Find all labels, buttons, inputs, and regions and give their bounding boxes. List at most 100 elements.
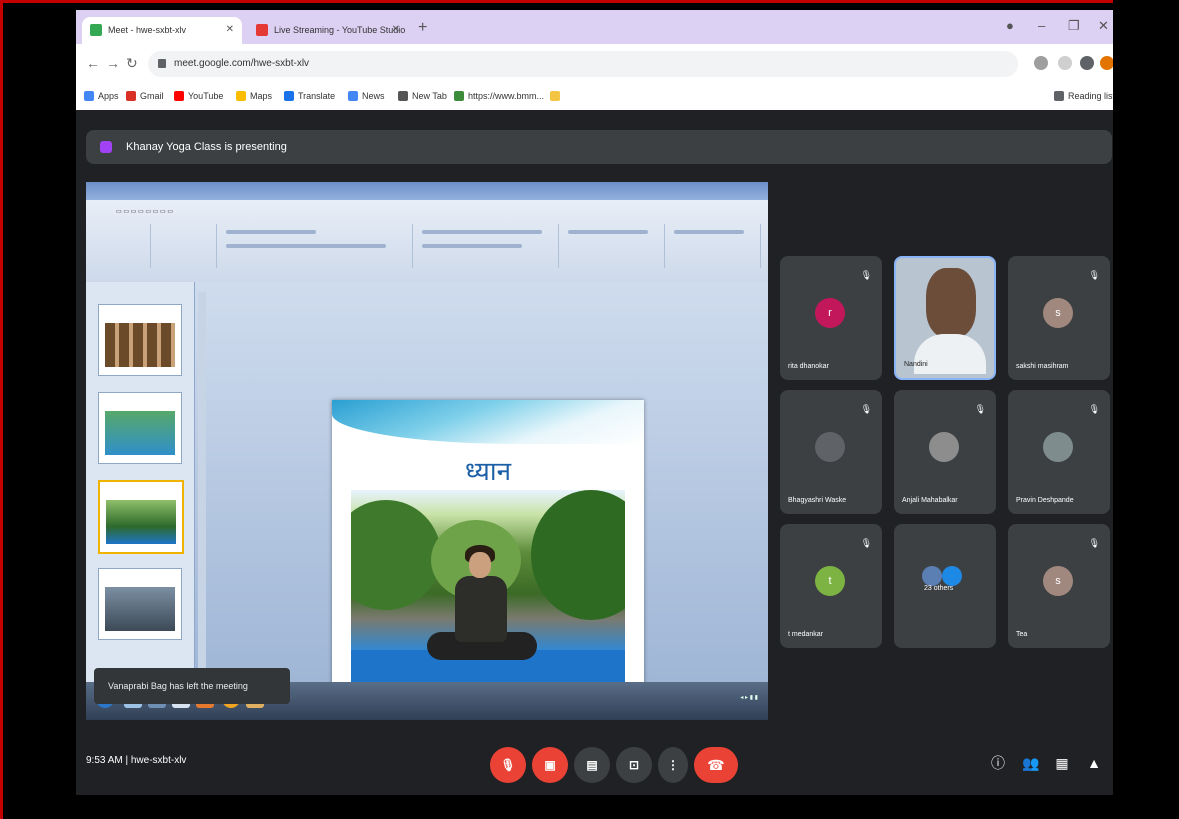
bookmark-news[interactable]: News bbox=[348, 91, 385, 101]
presenting-text: Khanay Yoga Class is presenting bbox=[126, 141, 287, 153]
close-icon[interactable]: ✕ bbox=[392, 24, 400, 35]
participant-name: t medankar bbox=[788, 631, 824, 638]
ribbon-control bbox=[422, 244, 522, 248]
captions-icon[interactable]: ▤ bbox=[574, 747, 610, 783]
bookmark-translate[interactable]: Translate bbox=[284, 91, 335, 101]
maximize-icon[interactable]: ❐ bbox=[1068, 18, 1080, 34]
camera-off-icon[interactable]: ▣ bbox=[532, 747, 568, 783]
back-icon[interactable]: ← bbox=[86, 55, 100, 71]
url-text: meet.google.com/hwe-sxbt-xlv bbox=[174, 58, 310, 69]
tab-label: Meet - hwe-sxbt-xlv bbox=[108, 25, 187, 35]
url-field[interactable]: meet.google.com/hwe-sxbt-xlv bbox=[148, 51, 1018, 77]
participant-name: Bhagyashri Waske bbox=[788, 497, 847, 504]
slide-thumbnail-selected[interactable] bbox=[98, 480, 184, 554]
reading-list[interactable]: Reading list bbox=[1054, 91, 1115, 101]
screen-edge bbox=[1113, 0, 1179, 819]
maps-icon bbox=[236, 91, 246, 101]
present-now-icon[interactable]: ⊡ bbox=[616, 747, 652, 783]
youtube-icon bbox=[174, 91, 184, 101]
slide-thumbnail[interactable] bbox=[98, 392, 182, 464]
youtube-favicon-icon bbox=[256, 24, 268, 36]
extensions-icon[interactable] bbox=[1080, 56, 1094, 70]
tab-bar: Meet - hwe-sxbt-xlv ✕ Live Streaming - Y… bbox=[76, 10, 1124, 44]
lock-icon bbox=[158, 59, 166, 68]
ribbon-control bbox=[674, 230, 744, 234]
thumbnail-scrollbar[interactable] bbox=[198, 292, 206, 672]
window-close-icon[interactable]: ✕ bbox=[1098, 18, 1109, 34]
chat-icon[interactable]: ▦ bbox=[1054, 755, 1070, 771]
minimize-icon[interactable]: – bbox=[1038, 18, 1045, 33]
activities-icon[interactable]: ▲ bbox=[1086, 755, 1102, 771]
shared-screen: ▭ ▭ ▭ ▭ ▭ ▭ ▭ ▭ ध्यान ◂ ▸ ▮ ▮ bbox=[86, 182, 768, 720]
left-meeting-toast: Vanaprabi Bag has left the meeting bbox=[94, 668, 290, 704]
ribbon-control bbox=[226, 230, 316, 234]
participant-tile[interactable]: 🎙 Pravin Deshpande bbox=[1008, 390, 1110, 514]
participant-tile[interactable]: 🎙 r rita dhanokar bbox=[780, 256, 882, 380]
more-options-icon[interactable]: ⋮ bbox=[658, 747, 688, 783]
folder-icon bbox=[550, 91, 560, 101]
meet-favicon-icon bbox=[90, 24, 102, 36]
avatar[interactable] bbox=[1100, 56, 1114, 70]
bookmark-apps[interactable]: Apps bbox=[84, 91, 119, 101]
participant-name: Tea bbox=[1016, 631, 1028, 638]
powerpoint-ribbon: ▭ ▭ ▭ ▭ ▭ ▭ ▭ ▭ bbox=[86, 200, 768, 283]
mic-off-icon: 🎙 bbox=[1088, 404, 1100, 414]
slide-thumbnail[interactable] bbox=[98, 304, 182, 376]
avatar: s bbox=[1043, 566, 1073, 596]
ribbon-tab: ▭ ▭ ▭ ▭ ▭ ▭ ▭ ▭ bbox=[116, 209, 174, 215]
ribbon-control bbox=[226, 244, 386, 248]
slide-header-wave bbox=[332, 400, 644, 444]
bookmark-new-tab[interactable]: New Tab bbox=[398, 91, 447, 101]
avatar bbox=[929, 432, 959, 462]
participant-tile[interactable]: 🎙 Anjali Mahabalkar bbox=[894, 390, 996, 514]
slide-thumbnail[interactable] bbox=[98, 568, 182, 640]
slide-editor: ध्यान ▭ bbox=[86, 282, 768, 720]
participant-tile-speaking[interactable]: Nandini bbox=[894, 256, 996, 380]
reading-list-icon bbox=[1054, 91, 1064, 101]
camera-indicator-icon[interactable] bbox=[1034, 56, 1048, 70]
avatar: t bbox=[815, 566, 845, 596]
participant-name: Anjali Mahabalkar bbox=[902, 497, 958, 504]
participant-tile[interactable]: 🎙 t t medankar bbox=[780, 524, 882, 648]
browser-window: Meet - hwe-sxbt-xlv ✕ Live Streaming - Y… bbox=[76, 10, 1124, 795]
ribbon-group bbox=[156, 224, 217, 268]
participant-tile[interactable]: 🎙 Bhagyashri Waske bbox=[780, 390, 882, 514]
close-icon[interactable]: ✕ bbox=[226, 24, 234, 35]
avatar: s bbox=[1043, 298, 1073, 328]
participant-tile[interactable]: 🎙 s sakshi masihram bbox=[1008, 256, 1110, 380]
tab-youtube-studio[interactable]: Live Streaming - YouTube Studio ✕ bbox=[248, 17, 408, 44]
slide-thumbnails bbox=[86, 282, 195, 682]
mic-off-icon[interactable]: 🎙 bbox=[490, 747, 526, 783]
people-icon[interactable]: 👥 bbox=[1022, 755, 1039, 771]
participant-tile[interactable]: 🎙 s Tea bbox=[1008, 524, 1110, 648]
bookmarks-bar: Apps Gmail YouTube Maps Translate News N… bbox=[76, 84, 1124, 111]
ribbon-control bbox=[422, 230, 542, 234]
powerpoint-titlebar bbox=[86, 182, 768, 200]
others-tile[interactable]: 23 others bbox=[894, 524, 996, 648]
site-icon bbox=[454, 91, 464, 101]
avatar bbox=[922, 566, 942, 586]
meet-stage: Khanay Yoga Class is presenting ▭ ▭ ▭ ▭ … bbox=[76, 110, 1124, 795]
avatar bbox=[815, 432, 845, 462]
forward-icon[interactable]: → bbox=[106, 55, 120, 71]
bookmark-maps[interactable]: Maps bbox=[236, 91, 272, 101]
participant-name: Pravin Deshpande bbox=[1016, 497, 1074, 504]
bookmark-gmail[interactable]: Gmail bbox=[126, 91, 164, 101]
ribbon-control bbox=[568, 230, 648, 234]
tab-meet[interactable]: Meet - hwe-sxbt-xlv ✕ bbox=[82, 17, 242, 44]
participant-name: sakshi masihram bbox=[1016, 363, 1069, 370]
new-tab-button[interactable]: + bbox=[418, 19, 427, 37]
presenting-banner: Khanay Yoga Class is presenting bbox=[86, 130, 1112, 164]
participant-video bbox=[926, 268, 976, 338]
translate-icon bbox=[284, 91, 294, 101]
end-call-icon[interactable]: ☎ bbox=[694, 747, 738, 783]
participant-name: Nandini bbox=[904, 361, 928, 368]
bookmark-link[interactable]: https://www.bmm... bbox=[454, 91, 544, 101]
reload-icon[interactable]: ↻ bbox=[126, 55, 138, 72]
bookmark-star-icon[interactable] bbox=[1058, 56, 1072, 70]
system-tray: ◂ ▸ ▮ ▮ bbox=[740, 695, 758, 701]
info-icon[interactable]: ⓘ bbox=[990, 755, 1006, 771]
meditation-photo bbox=[351, 490, 625, 697]
bookmark-youtube[interactable]: YouTube bbox=[174, 91, 223, 101]
profile-icon[interactable]: ● bbox=[1006, 18, 1014, 33]
